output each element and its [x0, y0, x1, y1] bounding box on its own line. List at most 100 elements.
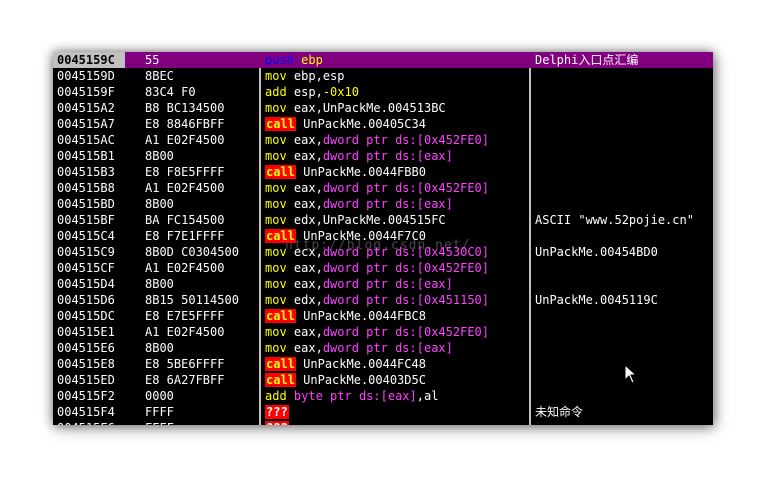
mnemonic: call — [265, 229, 296, 243]
hex-cell: 8B00 — [145, 277, 174, 291]
mnemonic: mov — [265, 69, 287, 83]
mnemonic: mov — [265, 133, 287, 147]
disassembly-cell: mov eax,dword ptr ds:[0x452FE0] — [265, 132, 531, 148]
mnemonic: call — [265, 373, 296, 387]
operand: edx, — [293, 293, 323, 307]
disasm-row[interactable]: 004515D4 8B00 mov eax,dword ptr ds:[eax] — [53, 276, 713, 292]
disasm-row[interactable]: 004515F6 FFFF??? — [53, 420, 713, 425]
operand: dword ptr ds:[0x4530C0] — [322, 245, 489, 259]
operand: eax, — [293, 149, 323, 163]
mnemonic: mov — [265, 293, 287, 307]
operand: dword ptr ds:[0x452FE0] — [322, 261, 489, 275]
disasm-row[interactable]: 0045159C 55 push ebp Delphi入口点汇编 — [53, 52, 713, 68]
address-cell: 004515A2 — [57, 101, 115, 115]
hex-cell: E8 F8E5FFFF — [145, 165, 225, 179]
address-cell: 004515B8 — [57, 181, 115, 195]
disasm-row[interactable]: 004515BD 8B00 mov eax,dword ptr ds:[eax] — [53, 196, 713, 212]
disasm-row[interactable]: 004515A2 B8 BC134500 mov eax,UnPackMe.0045… — [53, 100, 713, 116]
operand: -0x10 — [322, 85, 359, 99]
mnemonic: ??? — [265, 405, 289, 419]
mnemonic: mov — [265, 341, 287, 355]
operand: dword ptr ds:[0x452FE0] — [322, 133, 489, 147]
disasm-row[interactable]: 004515ED E8 6A27FBFF call UnPackMe.00403D5… — [53, 372, 713, 388]
operand: UnPackMe.0044FBB0 — [303, 165, 426, 179]
disasm-row[interactable]: 004515BF BA FC154500 mov edx,UnPackMe.0045… — [53, 212, 713, 228]
disasm-row[interactable]: 004515DC E8 E7E5FFFF call UnPackMe.0044FBC… — [53, 308, 713, 324]
disasm-row[interactable]: 004515D6 8B15 50114500 mov edx,dword ptr d… — [53, 292, 713, 308]
hex-cell: 55 — [145, 53, 160, 67]
comment-cell: ASCII "www.52pojie.cn" — [535, 213, 694, 227]
mnemonic: add — [265, 85, 287, 99]
address-cell: 004515F6 — [53, 420, 125, 425]
hex-cell: 8B00 — [145, 149, 174, 163]
address-cell: 004515D4 — [57, 277, 115, 291]
mnemonic: push — [265, 53, 294, 67]
disassembly-cell: mov eax,UnPackMe.004513BC — [265, 100, 531, 116]
disassembly-cell: mov eax,dword ptr ds:[eax] — [265, 148, 531, 164]
address-cell: 0045159C — [53, 52, 125, 68]
mouse-pointer-icon — [624, 364, 636, 384]
operand: dword ptr ds:[eax] — [322, 277, 453, 291]
mnemonic: mov — [265, 277, 287, 291]
disassembly-cell: mov ebp,esp — [265, 68, 531, 84]
hex-cell: A1 E02F4500 — [145, 325, 225, 339]
disasm-row[interactable]: 004515E8 E8 5BE6FFFF call UnPackMe.0044FC4… — [53, 356, 713, 372]
disasm-row[interactable]: 004515B8 A1 E02F4500 mov eax,dword ptr ds:… — [53, 180, 713, 196]
disasm-row[interactable]: 004515A7 E8 8846FBFF call UnPackMe.00405C3… — [53, 116, 713, 132]
hex-cell: 8B00 — [145, 197, 174, 211]
address-cell: 004515F4 — [57, 405, 115, 419]
operand: UnPackMe.00405C34 — [303, 117, 426, 131]
mnemonic: add — [265, 389, 287, 403]
mnemonic: ??? — [265, 421, 289, 425]
disassembly-cell: mov eax,dword ptr ds:[0x452FE0] — [265, 180, 531, 196]
comment-cell: Delphi入口点汇编 — [535, 53, 639, 67]
mnemonic: mov — [265, 213, 287, 227]
hex-cell: A1 E02F4500 — [145, 261, 225, 275]
disasm-row[interactable]: 004515AC A1 E02F4500 mov eax,dword ptr ds:… — [53, 132, 713, 148]
disasm-row[interactable]: 0045159F 83C4 F0 add esp,-0x10 — [53, 84, 713, 100]
disasm-row[interactable]: 004515B1 8B00 mov eax,dword ptr ds:[eax] — [53, 148, 713, 164]
address-cell: 004515ED — [57, 373, 115, 387]
operand: dword ptr ds:[0x452FE0] — [322, 181, 489, 195]
operand: eax, — [293, 325, 323, 339]
disasm-row[interactable]: 0045159D 8BEC mov ebp,esp — [53, 68, 713, 84]
disasm-row[interactable]: 004515E1 A1 E02F4500 mov eax,dword ptr ds:… — [53, 324, 713, 340]
hex-cell: E8 E7E5FFFF — [145, 309, 225, 323]
disassembly-cell: mov edx,dword ptr ds:[0x451150] — [265, 292, 531, 308]
operand: eax, — [293, 261, 323, 275]
operand: esp, — [293, 85, 323, 99]
disasm-row[interactable]: 004515C4 E8 F7E1FFFF call UnPackMe.0044F7C… — [53, 228, 713, 244]
disassembly-pane[interactable]: http://blog.csdn.net/ 0045159C 55 push ebp… — [53, 52, 713, 425]
hex-cell: A1 E02F4500 — [145, 133, 225, 147]
disasm-row[interactable]: 004515B3 E8 F8E5FFFF call UnPackMe.0044FBB… — [53, 164, 713, 180]
hex-cell: 8BEC — [145, 69, 174, 83]
disassembly-cell: mov eax,dword ptr ds:[0x452FE0] — [265, 324, 531, 340]
hex-cell: FFFF — [145, 420, 255, 425]
disassembly-cell: mov eax,dword ptr ds:[eax] — [265, 276, 531, 292]
address-cell: 004515A7 — [57, 117, 115, 131]
hex-cell: 8B00 — [145, 341, 174, 355]
disasm-row[interactable]: 004515F4 FFFF??? 未知命令 — [53, 404, 713, 420]
operand: eax, — [293, 181, 323, 195]
disasm-row[interactable]: 004515E6 8B00 mov eax,dword ptr ds:[eax] — [53, 340, 713, 356]
disasm-row[interactable]: 004515C9 8B0D C0304500 mov ecx,dword ptr d… — [53, 244, 713, 260]
operand: UnPackMe.0044FBC8 — [303, 309, 426, 323]
address-cell: 004515C9 — [57, 245, 115, 259]
operand: ebp — [301, 53, 323, 67]
hex-cell: 8B0D C0304500 — [145, 245, 239, 259]
disasm-row[interactable]: 004515CF A1 E02F4500 mov eax,dword ptr ds:… — [53, 260, 713, 276]
disassembly-cell: call UnPackMe.0044FC48 — [265, 356, 531, 372]
operand: ebp,esp — [293, 69, 345, 83]
mnemonic: call — [265, 165, 296, 179]
address-cell: 004515D6 — [57, 293, 115, 307]
operand: eax, — [293, 341, 323, 355]
operand: byte ptr ds:[eax] — [293, 389, 417, 403]
comment-cell: 未知命令 — [535, 405, 584, 419]
disasm-row[interactable]: 004515F2 0000 add byte ptr ds:[eax],al — [53, 388, 713, 404]
disassembly-cell: call UnPackMe.0044FBB0 — [265, 164, 531, 180]
comment-cell: UnPackMe.00454BD0 — [535, 245, 658, 259]
disassembly-cell: mov eax,dword ptr ds:[eax] — [265, 196, 531, 212]
address-cell: 004515CF — [57, 261, 115, 275]
hex-cell: 8B15 50114500 — [145, 293, 239, 307]
operand: dword ptr ds:[0x451150] — [322, 293, 489, 307]
